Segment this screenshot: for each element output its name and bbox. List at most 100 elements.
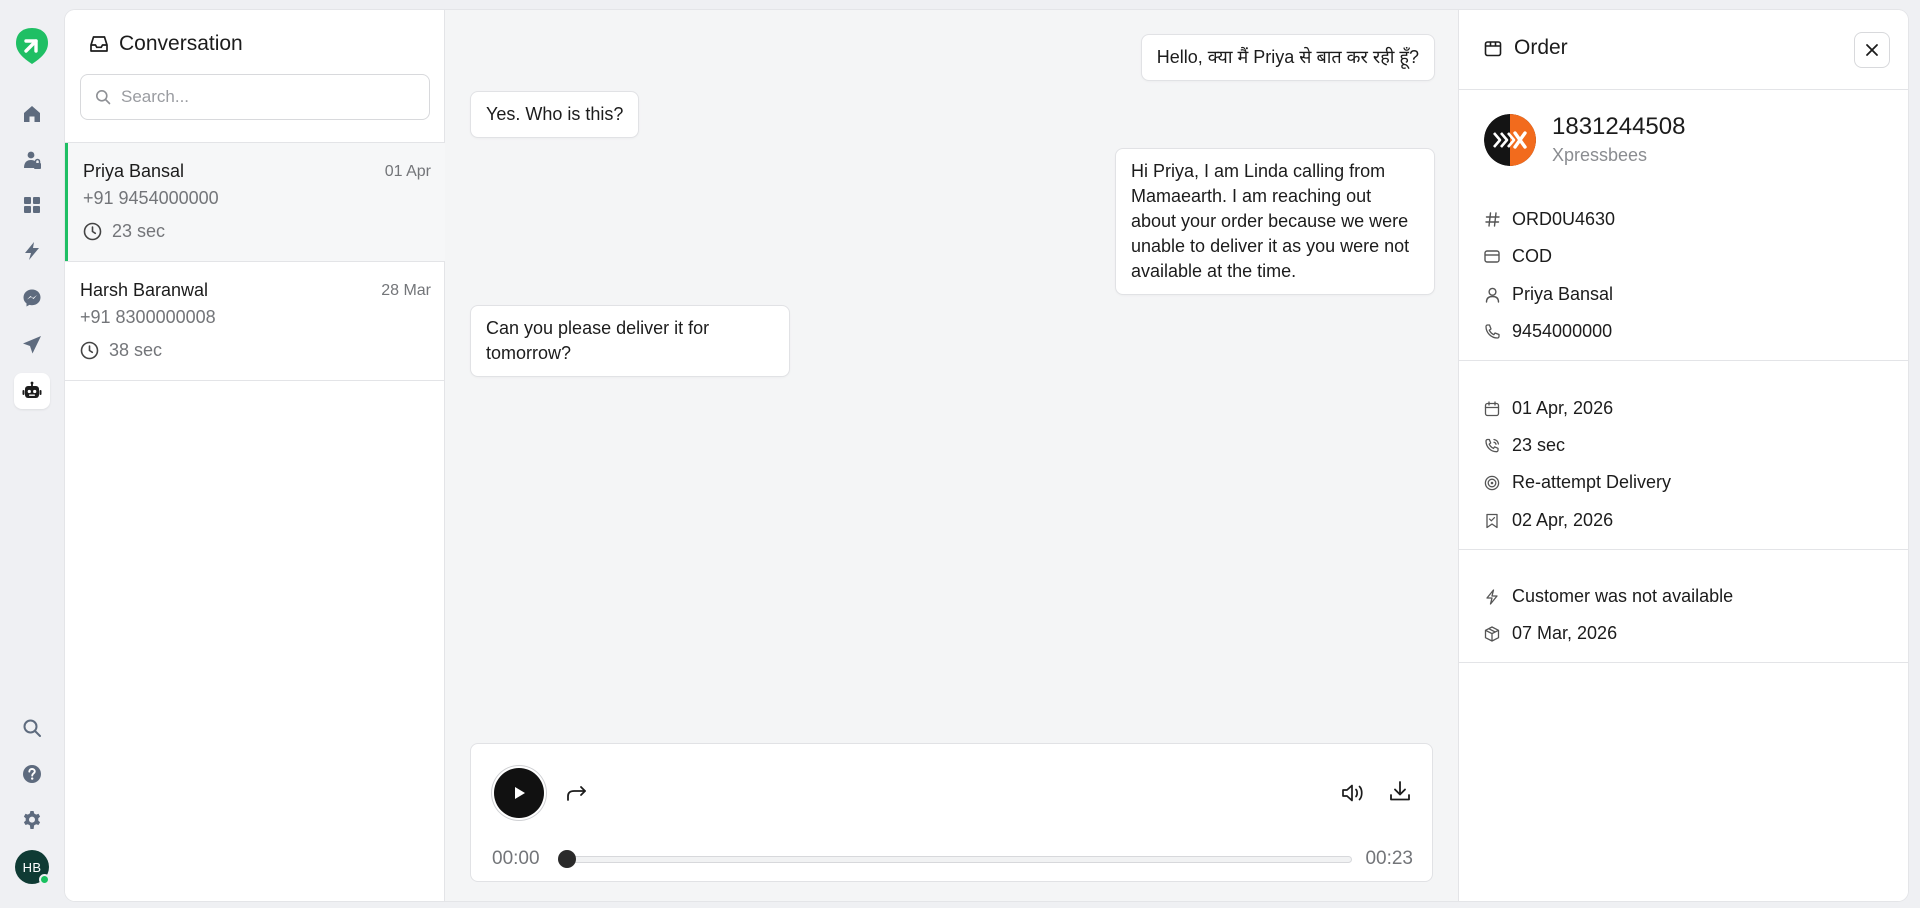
customer-phone: 9454000000 [1512, 321, 1613, 341]
seek-thumb[interactable] [558, 850, 576, 868]
settings-icon [22, 810, 42, 830]
nav-bot[interactable] [14, 373, 50, 409]
credit-card-icon [1484, 249, 1500, 265]
order-panel: Order 1831244508 Xpressbees ORD0U4630 CO… [1458, 10, 1908, 901]
help-icon [22, 764, 42, 784]
send-icon [22, 335, 42, 355]
close-icon [1865, 43, 1879, 57]
call-duration-text: 23 sec [112, 221, 166, 241]
call-date: 01 Apr, 2026 [1512, 398, 1614, 418]
nav-campaigns[interactable] [14, 327, 50, 363]
order-date: 07 Mar, 2026 [1512, 623, 1618, 643]
package-icon [1484, 39, 1502, 57]
reattempt-date-row: 02 Apr, 2026 [1484, 510, 1613, 531]
message-bubble-customer: Can you please deliver it for tomorrow? [470, 305, 790, 377]
conversation-item[interactable]: Priya Bansal 01 Apr +91 9454000000 23 se… [65, 143, 445, 262]
search-input[interactable] [121, 87, 411, 107]
ndr-reason-row: Customer was not available [1484, 586, 1733, 607]
phone-icon [1484, 323, 1500, 340]
nav-access[interactable] [14, 142, 50, 178]
hash-icon [1484, 212, 1500, 228]
order-date-row: 07 Mar, 2026 [1484, 623, 1617, 644]
bot-icon [22, 381, 42, 401]
volume-button[interactable] [1340, 779, 1368, 807]
forward-icon [565, 784, 589, 804]
call-date-row: 01 Apr, 2026 [1484, 398, 1613, 419]
user-icon [1484, 287, 1500, 303]
target-icon [1484, 475, 1500, 491]
message-bubble-agent: Hello, क्या मैं Priya से बात कर रही हूँ? [1140, 34, 1435, 81]
order-id: ORD0U4630 [1512, 209, 1616, 229]
download-icon [1388, 779, 1412, 803]
nav-messages[interactable] [14, 280, 50, 316]
chat-transcript-panel: Hello, क्या मैं Priya से बात कर रही हूँ?… [445, 10, 1458, 901]
payment-method: COD [1512, 246, 1552, 266]
calendar-icon [1484, 400, 1500, 417]
call-duration: 23 sec [83, 221, 165, 242]
bolt-icon [22, 241, 42, 261]
call-duration-detail: 23 sec [1512, 435, 1566, 455]
nav-dashboard[interactable] [14, 187, 50, 223]
order-id-row: ORD0U4630 [1484, 209, 1615, 230]
conversation-list-panel: Conversation Priya Bansal 01 Apr +91 945… [65, 10, 445, 901]
conversation-header: Conversation [89, 32, 243, 56]
messenger-icon [22, 288, 42, 308]
search-icon [22, 718, 42, 738]
conversation-list: Priya Bansal 01 Apr +91 9454000000 23 se… [65, 142, 445, 381]
conversation-item[interactable]: Harsh Baranwal 28 Mar +91 8300000008 38 … [65, 262, 445, 381]
bolt-icon [1484, 588, 1500, 605]
payment-row: COD [1484, 246, 1552, 267]
user-avatar[interactable]: HB [15, 850, 50, 885]
nav-home[interactable] [14, 96, 50, 132]
current-time: 00:00 [492, 848, 540, 869]
message-bubble-customer: Yes. Who is this? [470, 91, 640, 138]
package-box-icon [1484, 625, 1500, 642]
order-header: Order [1459, 10, 1908, 90]
nav-help[interactable] [14, 756, 50, 792]
volume-icon [1341, 781, 1367, 805]
search-icon [95, 89, 111, 105]
carrier-name: Xpressbees [1552, 145, 1648, 165]
online-status-dot [39, 874, 50, 885]
forward-button[interactable] [563, 781, 591, 807]
conversation-date: 28 Mar [381, 282, 431, 299]
seek-bar[interactable] [565, 856, 1352, 863]
side-rail: HB [0, 0, 64, 908]
call-disposition: Re-attempt Delivery [1512, 472, 1672, 492]
contact-name: Priya Bansal [83, 161, 185, 181]
search-box[interactable] [80, 74, 430, 120]
close-button[interactable] [1854, 32, 1890, 68]
reattempt-date: 02 Apr, 2026 [1512, 510, 1614, 530]
divider [1459, 360, 1908, 361]
contact-phone: +91 8300000008 [80, 307, 216, 327]
call-duration-text: 38 sec [109, 340, 163, 360]
nav-automation[interactable] [14, 233, 50, 269]
customer-row: Priya Bansal [1484, 284, 1613, 305]
contact-phone: +91 9454000000 [83, 188, 219, 208]
customer-name: Priya Bansal [1512, 284, 1614, 304]
divider [1459, 549, 1908, 550]
audio-player: 00:00 00:23 [470, 743, 1433, 882]
order-title: Order [1514, 36, 1568, 59]
clock-icon [80, 341, 99, 360]
dashboard-icon [22, 195, 42, 215]
disposition-row: Re-attempt Delivery [1484, 472, 1671, 493]
bookmark-icon [1484, 513, 1500, 529]
nav-settings[interactable] [14, 802, 50, 838]
message-bubble-agent: Hi Priya, I am Linda calling from Mamaea… [1115, 148, 1435, 295]
conversation-title: Conversation [119, 32, 243, 55]
call-duration-row: 23 sec [1484, 435, 1565, 456]
carrier-logo [1484, 114, 1536, 166]
download-button[interactable] [1386, 777, 1414, 805]
app-logo[interactable] [15, 27, 49, 65]
home-icon [22, 104, 42, 124]
awb-number: 1831244508 [1552, 113, 1686, 140]
conversation-date: 01 Apr [384, 163, 431, 180]
nav-search[interactable] [14, 710, 50, 746]
lock-person-icon [22, 150, 42, 170]
contact-name: Harsh Baranwal [80, 280, 209, 300]
play-button[interactable] [494, 768, 544, 818]
phone-call-icon [1484, 438, 1500, 454]
play-icon [511, 785, 527, 801]
call-duration: 38 sec [80, 340, 162, 361]
